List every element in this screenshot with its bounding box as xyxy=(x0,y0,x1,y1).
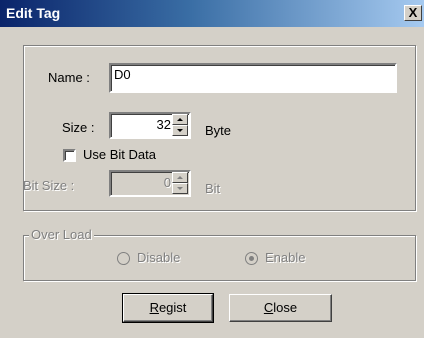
chevron-down-icon[interactable] xyxy=(172,183,188,194)
close-label-rest: lose xyxy=(273,300,298,315)
size-spinner[interactable] xyxy=(172,114,188,137)
close-button[interactable]: Close xyxy=(229,294,332,322)
enable-radio-label[interactable]: Enable xyxy=(265,250,305,265)
name-input[interactable]: D0 xyxy=(109,63,397,93)
chevron-down-icon[interactable] xyxy=(172,125,188,136)
regist-label-rest: egist xyxy=(158,300,187,315)
bit-size-input-value: 0 xyxy=(163,175,171,190)
regist-mnemonic: R xyxy=(149,300,159,315)
size-unit-label: Byte xyxy=(205,123,232,138)
disable-radio[interactable] xyxy=(117,252,130,265)
enable-radio[interactable] xyxy=(245,252,258,265)
size-input-value: 32 xyxy=(156,117,171,132)
bit-size-spinner[interactable] xyxy=(172,172,188,195)
dialog-title: Edit Tag xyxy=(6,5,61,21)
name-label: Name : xyxy=(48,70,90,85)
regist-button[interactable]: Regist xyxy=(122,293,214,323)
use-bit-data-label[interactable]: Use Bit Data xyxy=(83,147,156,162)
bit-unit-label: Bit xyxy=(205,181,221,196)
name-input-value: D0 xyxy=(114,67,131,82)
title-bar[interactable]: Edit Tag X xyxy=(0,0,424,27)
bit-size-label: Bit Size : xyxy=(23,178,75,193)
size-label: Size : xyxy=(62,120,95,135)
chevron-up-icon[interactable] xyxy=(172,172,188,183)
over-load-legend: Over Load xyxy=(29,227,94,242)
chevron-up-icon[interactable] xyxy=(172,114,188,125)
disable-radio-label[interactable]: Disable xyxy=(137,250,180,265)
close-icon[interactable]: X xyxy=(404,5,422,21)
edit-tag-dialog: Edit Tag X Name : D0 Size : 32 Byte Use … xyxy=(0,0,424,338)
close-mnemonic: C xyxy=(263,300,274,315)
use-bit-data-checkbox[interactable] xyxy=(63,149,76,162)
